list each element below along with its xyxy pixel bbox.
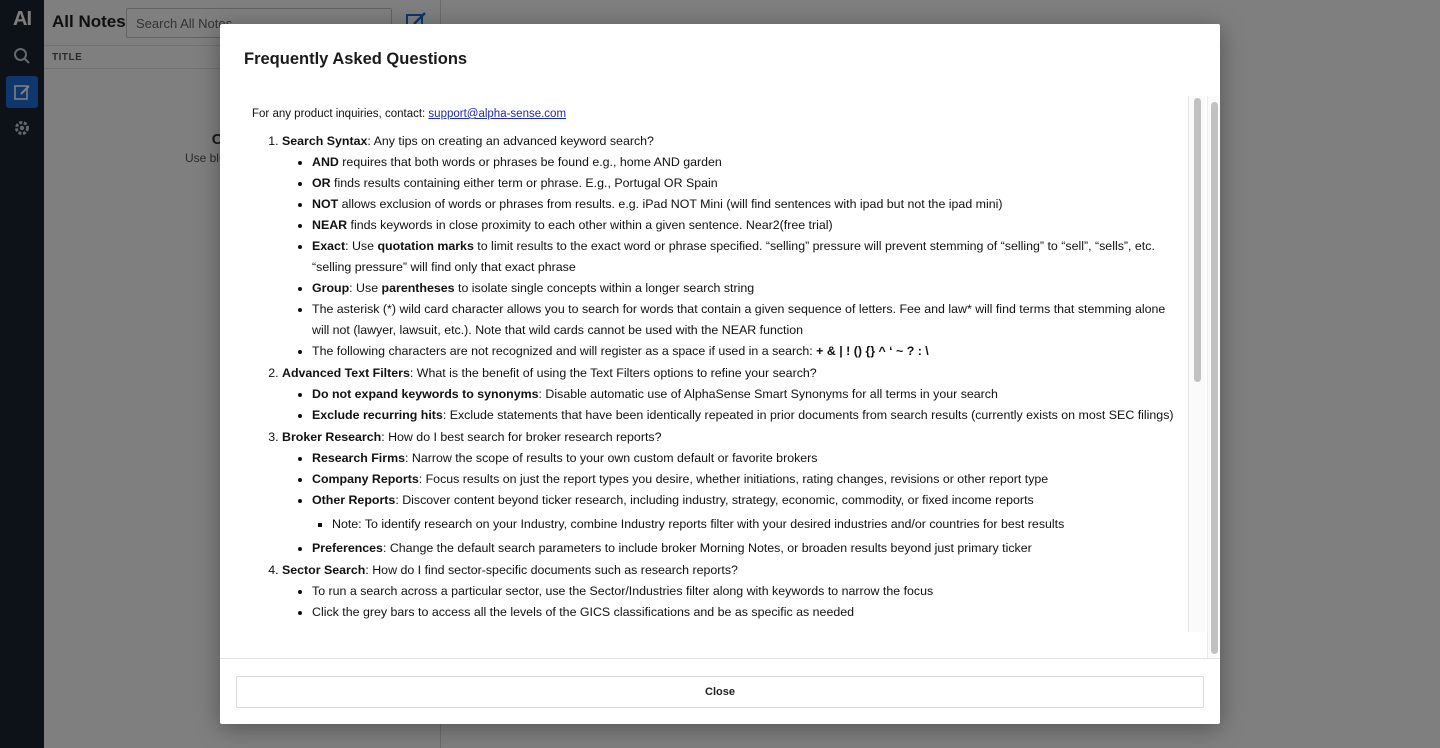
faq-answer-text: : Discover content beyond ticker researc… [395, 493, 1034, 507]
faq-answer-text: The following characters are not recogni… [312, 344, 817, 358]
faq-answer-term: Company Reports [312, 472, 419, 486]
faq-answer-term: + & | ! () {} ^ ‘ ~ ? : \ [816, 344, 929, 358]
faq-answer-text: : Disable automatic use of AlphaSense Sm… [538, 387, 998, 401]
faq-answer-list: AND requires that both words or phrases … [312, 152, 1180, 362]
faq-answer-text: : Exclude statements that have been iden… [442, 408, 1174, 422]
modal-scrollbar[interactable] [1207, 96, 1220, 658]
contact-line: For any product inquiries, contact: supp… [252, 104, 1180, 125]
faq-question-text: : Any tips on creating an advanced keywo… [367, 134, 654, 148]
faq-answer-term: Preferences [312, 541, 383, 555]
faq-answer-text: : Change the default search parameters t… [382, 541, 1032, 555]
faq-answer-item: Group: Use parentheses to isolate single… [312, 278, 1180, 299]
faq-answer-text: To run a search across a particular sect… [312, 584, 934, 598]
faq-answer-list: Research Firms: Narrow the scope of resu… [312, 448, 1180, 559]
faq-answer-term: Group [312, 281, 350, 295]
faq-answer-text: finds keywords in close proximity to eac… [347, 218, 833, 232]
faq-answer-item: Click the grey bars to access all the le… [312, 602, 1180, 623]
faq-answer-term: NEAR [312, 218, 348, 232]
faq-modal: Frequently Asked Questions For any produ… [220, 24, 1220, 724]
faq-question-title: Search Syntax [282, 134, 368, 148]
faq-answer-text: : Use [349, 281, 382, 295]
faq-answer-item: NEAR finds keywords in close proximity t… [312, 215, 1180, 236]
faq-answer-item: Exact: Use quotation marks to limit resu… [312, 236, 1180, 278]
faq-answer-item: AND requires that both words or phrases … [312, 152, 1180, 173]
faq-question: Broker Research: How do I best search fo… [282, 427, 1180, 559]
faq-question: Search Syntax: Any tips on creating an a… [282, 131, 1180, 362]
faq-question-title: Advanced Text Filters [282, 366, 410, 380]
faq-question-text: : How do I best search for broker resear… [381, 430, 662, 444]
faq-answer-item: OR finds results containing either term … [312, 173, 1180, 194]
faq-answer-item: The asterisk (*) wild card character all… [312, 299, 1180, 341]
faq-body-frame: For any product inquiries, contact: supp… [244, 96, 1205, 632]
faq-answer-list: To run a search across a particular sect… [312, 581, 1180, 623]
faq-answer-item: Preferences: Change the default search p… [312, 538, 1180, 559]
close-button[interactable]: Close [236, 676, 1204, 708]
faq-answer-term: Research Firms [312, 451, 405, 465]
faq-question-text: : What is the benefit of using the Text … [409, 366, 817, 380]
faq-answer-item: Exclude recurring hits: Exclude statemen… [312, 405, 1180, 426]
faq-answer-term: OR [312, 176, 331, 190]
faq-note-list: Note: To identify research on your Indus… [332, 511, 1180, 538]
faq-answer-term: Do not expand keywords to synonyms [312, 387, 539, 401]
faq-list: Search Syntax: Any tips on creating an a… [282, 131, 1180, 623]
faq-answer-text: requires that both words or phrases be f… [338, 155, 722, 169]
faq-answer-text: : Use [345, 239, 378, 253]
modal-title: Frequently Asked Questions [244, 50, 468, 68]
footer-divider [220, 658, 1220, 659]
faq-answer-item: Do not expand keywords to synonyms: Disa… [312, 384, 1180, 405]
modal-scrollbar-thumb[interactable] [1211, 102, 1218, 654]
contact-prefix: For any product inquiries, contact: [252, 108, 429, 120]
faq-answer-item: To run a search across a particular sect… [312, 581, 1180, 602]
faq-answer-item: The following characters are not recogni… [312, 341, 1180, 362]
faq-question-text: : How do I find sector-specific document… [365, 563, 738, 577]
support-email-link[interactable]: support@alpha-sense.com [428, 108, 566, 120]
faq-question: Sector Search: How do I find sector-spec… [282, 560, 1180, 623]
faq-answer-term: AND [312, 155, 339, 169]
faq-scrollbar[interactable] [1188, 96, 1205, 632]
faq-answer-term: Other Reports [312, 493, 396, 507]
faq-answer-text: Click the grey bars to access all the le… [312, 605, 855, 619]
faq-scrollbar-thumb[interactable] [1194, 98, 1201, 382]
faq-content[interactable]: For any product inquiries, contact: supp… [244, 96, 1188, 632]
faq-answer-term: Exact [312, 239, 346, 253]
faq-answer-term: Exclude recurring hits [312, 408, 443, 422]
faq-answer-item: Company Reports: Focus results on just t… [312, 469, 1180, 490]
faq-answer-text: The asterisk (*) wild card character all… [312, 302, 1166, 337]
faq-answer-text: : Focus results on just the report types… [418, 472, 1049, 486]
faq-answer-list: Do not expand keywords to synonyms: Disa… [312, 384, 1180, 426]
faq-note-item: Note: To identify research on your Indus… [332, 514, 1180, 535]
faq-answer-term: quotation marks [377, 239, 474, 253]
faq-answer-text: allows exclusion of words or phrases fro… [338, 197, 1003, 211]
faq-question-title: Sector Search [282, 563, 366, 577]
faq-question-title: Broker Research [282, 430, 382, 444]
faq-question: Advanced Text Filters: What is the benef… [282, 363, 1180, 426]
faq-answer-item: NOT allows exclusion of words or phrases… [312, 194, 1180, 215]
faq-answer-text: to isolate single concepts within a long… [454, 281, 755, 295]
faq-answer-term: NOT [312, 197, 339, 211]
faq-answer-item: Other Reports: Discover content beyond t… [312, 490, 1180, 538]
faq-answer-term: parentheses [381, 281, 455, 295]
faq-answer-text: : Narrow the scope of results to your ow… [404, 451, 818, 465]
faq-answer-item: Research Firms: Narrow the scope of resu… [312, 448, 1180, 469]
faq-answer-text: finds results containing either term or … [330, 176, 718, 190]
